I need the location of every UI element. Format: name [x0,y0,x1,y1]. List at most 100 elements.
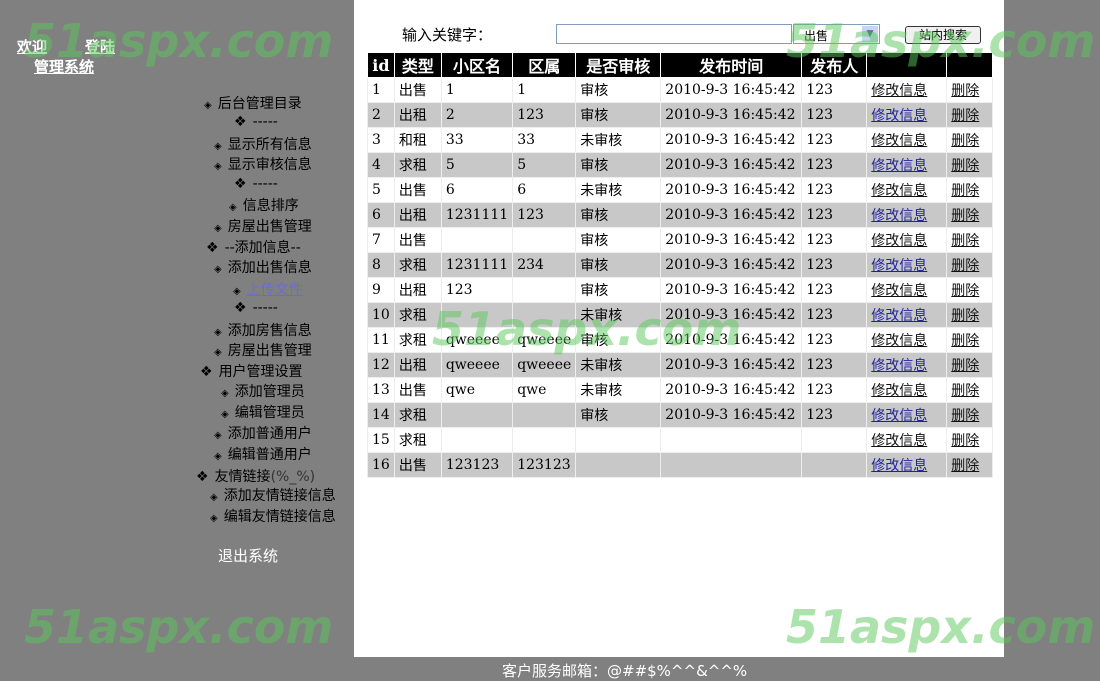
table-cell: 4 [367,152,395,178]
table-cell: 5 [367,177,395,203]
four-dot-icon: ❖ [196,469,209,485]
edit-link[interactable]: 修改信息 [871,133,927,149]
table-cell: 123 [801,402,868,428]
edit-link[interactable]: 修改信息 [871,383,927,399]
table-cell: 2010-9-3 16:45:42 [660,252,803,278]
diamond-icon: ◈ [214,347,222,358]
sidebar-item[interactable]: ❖ ----- [234,300,278,316]
delete-link[interactable]: 删除 [951,383,979,399]
edit-link[interactable]: 修改信息 [871,458,927,474]
sidebar-item[interactable]: ◈ 添加出售信息 [214,257,312,277]
table-cell: 修改信息 [866,152,948,178]
sidebar-item[interactable]: ◈ 添加普通用户 [214,423,312,443]
table-cell: 修改信息 [866,452,948,478]
delete-link[interactable]: 删除 [951,183,979,199]
sidebar-item-label: 添加出售信息 [227,260,312,276]
four-dot-icon: ❖ [234,114,247,130]
edit-link[interactable]: 修改信息 [871,358,927,374]
sidebar-item-label: 编辑管理员 [234,405,305,421]
keyword-input[interactable] [556,24,792,44]
table-cell: 2010-9-3 16:45:42 [660,127,803,153]
table-cell: 删除 [946,452,994,478]
edit-link[interactable]: 修改信息 [871,408,927,424]
delete-link[interactable]: 删除 [951,133,979,149]
delete-link[interactable]: 删除 [951,433,979,449]
table-cell: 删除 [946,227,994,253]
edit-link[interactable]: 修改信息 [871,108,927,124]
table-cell [801,427,868,453]
edit-link[interactable]: 修改信息 [871,308,927,324]
sidebar-item[interactable]: ◈ 后台管理目录 [204,93,302,113]
table-cell: 修改信息 [866,402,948,428]
sidebar-item[interactable]: ◈ 编辑管理员 [221,402,305,422]
sidebar-item[interactable]: ◈ 添加房售信息 [214,320,312,340]
sidebar-item[interactable]: ◈ 房屋出售管理 [214,340,312,360]
sidebar-item[interactable]: ◈ 添加管理员 [221,381,305,401]
table-cell: 2010-9-3 16:45:42 [660,277,803,303]
edit-link[interactable]: 修改信息 [871,258,927,274]
edit-link[interactable]: 修改信息 [871,208,927,224]
logout-link[interactable]: 退出系统 [218,545,278,566]
sidebar-item[interactable]: ❖ ----- [234,114,278,130]
table-row: 6 出租 1231111 123 审核 2010-9-3 16:45:42 123 修改信息删… [367,202,994,228]
delete-link[interactable]: 删除 [951,408,979,424]
sidebar-item[interactable]: ◈ 添加友情链接信息 [210,485,336,505]
delete-link[interactable]: 删除 [951,208,979,224]
sidebar-item[interactable]: ◈ 上传文件 [233,279,303,299]
table-cell: 8 [367,252,395,278]
table-cell: 修改信息 [866,202,948,228]
table-cell: 2 [367,102,395,128]
table-cell: 删除 [946,327,994,353]
keyword-label: 输入关键字： [402,26,493,44]
edit-link[interactable]: 修改信息 [871,183,927,199]
table-cell [512,427,577,453]
sidebar-item[interactable]: ❖ 用户管理设置 [200,361,303,381]
edit-link[interactable]: 修改信息 [871,283,927,299]
sidebar-item[interactable]: ◈ 编辑友情链接信息 [210,506,336,526]
sidebar-item[interactable]: ◈ 显示审核信息 [214,154,312,174]
table-cell: 15 [367,427,395,453]
delete-link[interactable]: 删除 [951,333,979,349]
edit-link[interactable]: 修改信息 [871,233,927,249]
edit-link[interactable]: 修改信息 [871,83,927,99]
table-cell [440,402,514,428]
delete-link[interactable]: 删除 [951,283,979,299]
table-cell: 删除 [946,302,994,328]
delete-link[interactable]: 删除 [951,358,979,374]
delete-link[interactable]: 删除 [951,233,979,249]
delete-link[interactable]: 删除 [951,108,979,124]
sidebar-item[interactable]: ❖ 友情链接(%_%) [196,466,315,486]
sidebar-item[interactable]: ❖ ----- [234,176,278,192]
delete-link[interactable]: 删除 [951,158,979,174]
table-cell: 删除 [946,77,994,103]
sidebar-item-label[interactable]: 上传文件 [247,282,303,298]
table-cell: 修改信息 [866,352,948,378]
table-row: 5 出售 6 6 未审核 2010-9-3 16:45:42 123 修改信息 删除 [367,177,994,203]
column-header: 类型 [393,52,442,78]
sidebar-item-label: 后台管理目录 [217,96,302,112]
delete-link[interactable]: 删除 [951,83,979,99]
sidebar-item-label: 添加普通用户 [227,426,312,442]
edit-link[interactable]: 修改信息 [871,333,927,349]
sidebar-item[interactable]: ◈ 房屋出售管理 [214,216,312,236]
delete-link[interactable]: 删除 [951,308,979,324]
table-cell: 14 [367,402,395,428]
table-cell: 2010-9-3 16:45:42 [660,227,803,253]
edit-link[interactable]: 修改信息 [871,433,927,449]
sidebar-item[interactable]: ◈ 显示所有信息 [214,134,312,154]
table-cell [440,427,514,453]
table-cell: 123 [801,327,868,353]
edit-link[interactable]: 修改信息 [871,158,927,174]
sidebar-item[interactable]: ◈ 信息排序 [229,195,299,215]
diamond-icon: ◈ [221,388,229,399]
delete-link[interactable]: 删除 [951,258,979,274]
table-cell: 16 [367,452,395,478]
table-cell: 123 [801,102,868,128]
table-cell: 123 [801,377,868,403]
watermark: 51aspx.com [432,302,742,356]
delete-link[interactable]: 删除 [951,458,979,474]
diamond-icon: ◈ [221,409,229,420]
sidebar-item[interactable]: ❖ --添加信息-- [206,237,301,257]
sidebar-item[interactable]: ◈ 编辑普通用户 [214,444,312,464]
table-cell: 2 [440,102,514,128]
